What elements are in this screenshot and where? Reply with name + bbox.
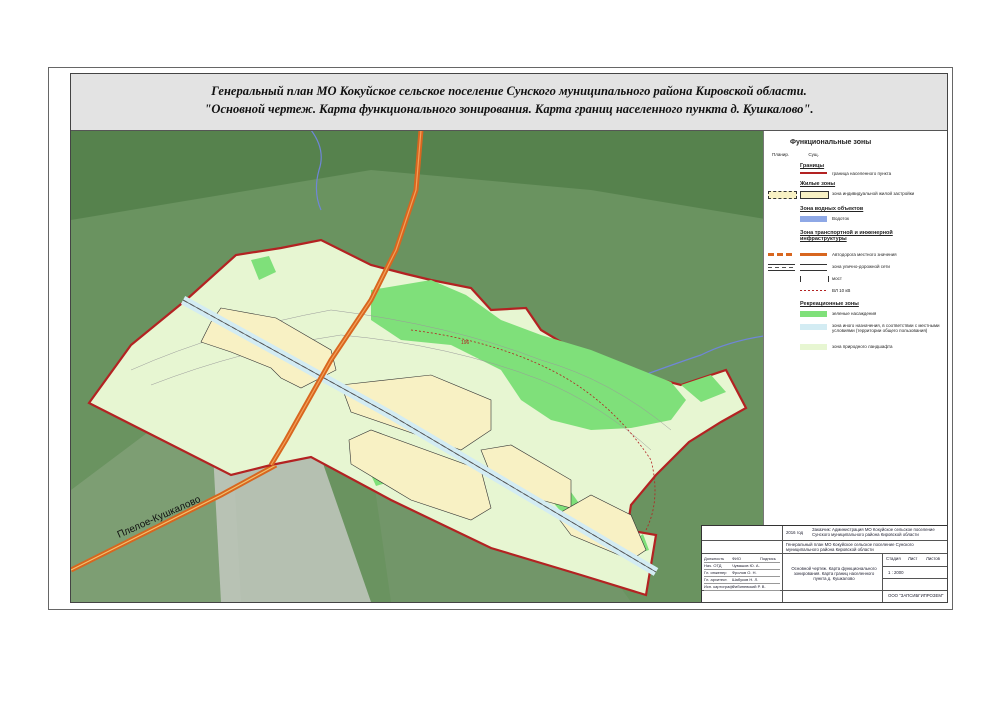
legend-bridge-label: мост	[832, 276, 842, 281]
contour-label: 196	[461, 340, 470, 346]
stamp-cell-name: Чувашов Ю. А.	[732, 563, 760, 568]
legend-section-transport: Зона транспортной и инженерной инфрастру…	[800, 230, 893, 242]
legend-street-swatch	[800, 264, 827, 271]
legend-row-water: Водоток	[764, 216, 947, 226]
stamp-cell-name: Шабуков Н. Л.	[732, 577, 759, 582]
legend-street-plan-swatch	[768, 264, 795, 271]
stamp-row: Должность ФИО Подпись	[704, 556, 780, 563]
legend-row-landscape: зона природного ландшафта	[764, 344, 947, 354]
legend-water-swatch	[800, 216, 827, 222]
stamp-sheet-label: Лист	[908, 556, 918, 561]
stamp-cell-name: Фибиневский Р. В.	[732, 584, 766, 589]
stamp-project: Генеральный план МО Кокуйское сельское п…	[786, 542, 914, 552]
stamp-year: 2016 год	[786, 530, 804, 535]
legend-row-power: ВЛ 10 кВ	[764, 288, 947, 298]
stamp-row: Исп. картограф Фибиневский Р. В.	[704, 584, 780, 591]
legend-power-swatch	[800, 290, 827, 291]
legend-row-bridge: мост	[764, 276, 947, 286]
legend-other-swatch	[800, 324, 827, 330]
legend-road-plan-swatch	[768, 253, 795, 256]
legend-columns: Планир. Сущ.	[772, 152, 837, 157]
legend-other-label: зона иного назначения, в соответствии с …	[832, 323, 940, 333]
legend-landscape-label: зона природного ландшафта	[832, 344, 893, 349]
legend-row-housing: зона индивидуальной жилой застройки	[764, 191, 947, 201]
bridge-icon	[800, 276, 829, 282]
stamp-cell-role: Нач. ОТД	[704, 563, 722, 568]
legend-row-street: зона улично-дорожной сети	[764, 264, 947, 274]
legend-landscape-swatch	[800, 344, 827, 350]
legend-greenery-swatch	[800, 311, 827, 317]
legend-road-label: Автодорога местного значения	[832, 252, 897, 257]
stamp-rule	[782, 526, 783, 602]
legend-border-swatch	[800, 172, 827, 174]
legend-row-road: Автодорога местного значения	[764, 252, 947, 262]
legend-row-greenery: зеленые насаждения	[764, 311, 947, 321]
stamp-company: ООО "ЗАПСИБГИПРОЗЕМ"	[888, 593, 944, 598]
legend-greenery-label: зеленые насаждения	[832, 311, 877, 316]
title-block: Генеральный план МО Кокуйское сельское п…	[71, 74, 947, 131]
stamp-cell-sign: Подпись	[760, 556, 776, 561]
legend-water-label: Водоток	[832, 216, 849, 221]
legend-panel: Функциональные зоны Планир. Сущ. Границы…	[763, 131, 947, 525]
stamp-cell-role: Гл. инженер	[704, 570, 727, 575]
map-frame: Генеральный план МО Кокуйское сельское п…	[70, 73, 948, 603]
legend-col-exist: Сущ.	[808, 152, 819, 157]
legend-section-water: Зона водных объектов	[800, 206, 864, 212]
stamp-stage-label: Стадия	[886, 556, 901, 561]
legend-street-label: зона улично-дорожной сети	[832, 264, 890, 269]
stamp-rule	[702, 553, 947, 554]
stamp-scale: 1 : 2000	[888, 570, 904, 575]
legend-title: Функциональные зоны	[790, 139, 872, 146]
stamp-cell-role: Гл. архитект.	[704, 577, 728, 582]
stamp-customer: Заказчик: Администрация МО Кокуйское сел…	[812, 527, 935, 537]
stamp-signature-table: Должность ФИО Подпись Нач. ОТД Чувашов Ю. А.…	[704, 556, 780, 591]
stamp-row: Нач. ОТД Чувашов Ю. А.	[704, 563, 780, 570]
legend-row-border: граница населенного пункта	[764, 171, 947, 181]
legend-housing-swatch	[800, 191, 829, 199]
stamp-rule	[882, 578, 947, 579]
legend-housing-plan-swatch	[768, 191, 797, 199]
stamp-cell-name: Фролов О. Н.	[732, 570, 757, 575]
legend-section-recreation: Рекреационные зоны	[800, 301, 859, 307]
map-title-line-1: Генеральный план МО Кокуйское сельское п…	[211, 84, 807, 98]
stamp-cell-role: Исп. картограф	[704, 584, 733, 589]
legend-power-label: ВЛ 10 кВ	[832, 288, 851, 293]
legend-row-other: зона иного назначения, в соответствии с …	[764, 323, 947, 339]
map-title-line-2: "Основной чертеж. Карта функционального …	[204, 102, 814, 116]
stamp-row: Гл. архитект. Шабуков Н. Л.	[704, 577, 780, 584]
stamp-rule	[882, 566, 947, 567]
legend-housing-label: зона индивидуальной жилой застройки	[832, 191, 915, 196]
stamp-block: 2016 год Заказчик: Администрация МО Коку…	[701, 525, 947, 602]
legend-col-plan: Планир.	[772, 152, 790, 157]
stamp-sheet-title: Основной чертеж. Карта функционального з…	[791, 566, 877, 581]
legend-section-borders: Границы	[800, 163, 825, 169]
stamp-row: Гл. инженер Фролов О. Н.	[704, 570, 780, 577]
legend-section-living: Жилые зоны	[800, 181, 836, 187]
stamp-cell-name: ФИО	[732, 556, 742, 561]
stamp-cell-role: Должность	[704, 556, 725, 561]
legend-border-label: граница населенного пункта	[832, 171, 892, 176]
legend-road-swatch	[800, 253, 827, 256]
stamp-rule	[702, 540, 947, 541]
stamp-sheets-label: Листов	[926, 556, 940, 561]
